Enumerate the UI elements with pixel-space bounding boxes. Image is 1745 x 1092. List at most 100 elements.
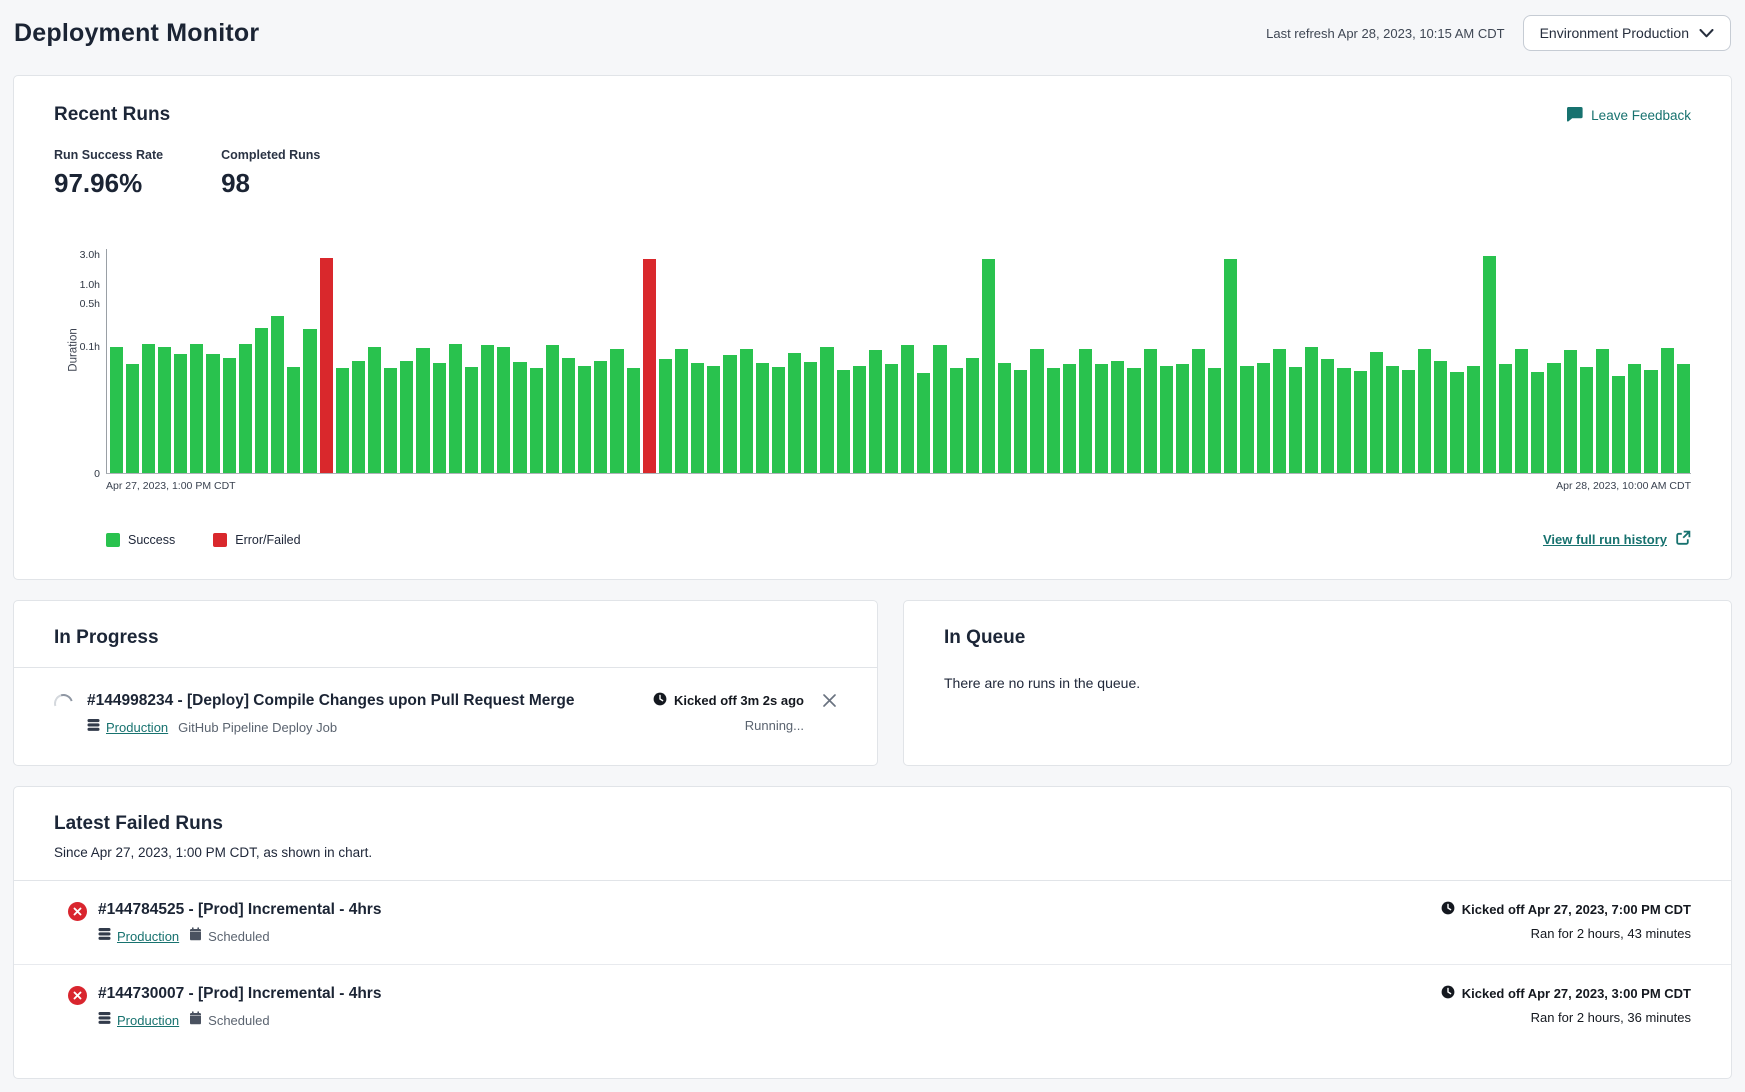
close-icon[interactable] (822, 693, 837, 737)
chart-bar[interactable] (530, 368, 543, 473)
leave-feedback-link[interactable]: Leave Feedback (1566, 106, 1691, 125)
chart-bar[interactable] (158, 347, 171, 473)
chart-bar[interactable] (1240, 366, 1253, 473)
chart-bar[interactable] (174, 354, 187, 473)
chart-bar[interactable] (837, 370, 850, 473)
chart-bar[interactable] (610, 349, 623, 473)
chart-bar[interactable] (1661, 348, 1674, 473)
chart-bar[interactable] (1257, 363, 1270, 473)
chart-bar[interactable] (352, 361, 365, 473)
chart-bar[interactable] (1030, 349, 1043, 473)
chart-bar[interactable] (1305, 347, 1318, 473)
chart-bar[interactable] (1580, 367, 1593, 473)
chart-bar[interactable] (820, 347, 833, 473)
chart-bar[interactable] (853, 366, 866, 473)
chart-bar[interactable] (1144, 349, 1157, 473)
chart-bar[interactable] (1063, 364, 1076, 473)
chart-bar[interactable] (1644, 370, 1657, 473)
production-link[interactable]: Production (117, 1013, 179, 1028)
chart-bar[interactable] (1483, 256, 1496, 473)
chart-bar[interactable] (885, 364, 898, 473)
chart-bar[interactable] (966, 358, 979, 473)
chart-bar[interactable] (1386, 366, 1399, 473)
chart-bar[interactable] (740, 349, 753, 473)
chart-bar[interactable] (465, 367, 478, 473)
chart-bar[interactable] (869, 350, 882, 473)
chart-bar[interactable] (804, 362, 817, 473)
production-link[interactable]: Production (117, 929, 179, 944)
chart-bar[interactable] (239, 344, 252, 473)
chart-bar[interactable] (206, 354, 219, 473)
chart-bar[interactable] (1531, 372, 1544, 473)
chart-bar[interactable] (691, 363, 704, 473)
chart-bar[interactable] (303, 329, 316, 473)
chart-bar[interactable] (707, 366, 720, 473)
chart-bar[interactable] (1224, 259, 1237, 473)
chart-bar[interactable] (1321, 359, 1334, 473)
chart-bar[interactable] (1289, 367, 1302, 473)
chart-bar[interactable] (1677, 364, 1690, 473)
chart-bar[interactable] (142, 344, 155, 473)
chart-bar[interactable] (110, 347, 123, 473)
chart-bar[interactable] (643, 259, 656, 473)
chart-bar[interactable] (1499, 364, 1512, 473)
chart-bar[interactable] (950, 368, 963, 473)
chart-bar[interactable] (1370, 352, 1383, 473)
chart-bar[interactable] (287, 367, 300, 473)
chart-bar[interactable] (982, 259, 995, 473)
chart-bar[interactable] (546, 345, 559, 473)
chart-bar[interactable] (1273, 349, 1286, 473)
chart-bar[interactable] (1612, 376, 1625, 473)
chart-bar[interactable] (627, 368, 640, 473)
chart-bar[interactable] (336, 368, 349, 473)
chart-bar[interactable] (998, 363, 1011, 473)
chart-bar[interactable] (1402, 370, 1415, 473)
chart-bar[interactable] (788, 353, 801, 473)
view-full-run-history-link[interactable]: View full run history (1543, 530, 1691, 549)
chart-bar[interactable] (1515, 349, 1528, 473)
chart-bar[interactable] (917, 373, 930, 473)
chart-bar[interactable] (126, 364, 139, 473)
chart-bar[interactable] (1160, 366, 1173, 473)
chart-bar[interactable] (416, 348, 429, 473)
chart-bar[interactable] (1628, 364, 1641, 473)
chart-bar[interactable] (1467, 366, 1480, 473)
chart-bar[interactable] (1176, 364, 1189, 473)
chart-bar[interactable] (1079, 349, 1092, 473)
chart-bar[interactable] (513, 362, 526, 473)
chart-bar[interactable] (594, 361, 607, 473)
production-link[interactable]: Production (106, 720, 168, 735)
chart-bar[interactable] (1111, 361, 1124, 473)
chart-bar[interactable] (772, 367, 785, 473)
chart-bar[interactable] (223, 358, 236, 473)
chart-bar[interactable] (659, 359, 672, 473)
chart-bar[interactable] (1418, 349, 1431, 473)
chart-bar[interactable] (562, 358, 575, 473)
chart-bar[interactable] (1596, 349, 1609, 473)
chart-bar[interactable] (1547, 363, 1560, 473)
chart-bar[interactable] (1354, 371, 1367, 473)
chart-bar[interactable] (1192, 349, 1205, 473)
chart-bar[interactable] (400, 361, 413, 473)
chart-bar[interactable] (449, 344, 462, 473)
chart-bar[interactable] (481, 345, 494, 473)
chart-bar[interactable] (1450, 372, 1463, 473)
chart-bar[interactable] (255, 328, 268, 473)
chart-bar[interactable] (1434, 361, 1447, 473)
chart-bar[interactable] (497, 347, 510, 473)
chart-bar[interactable] (271, 316, 284, 473)
chart-bar[interactable] (933, 345, 946, 473)
chart-bar[interactable] (578, 366, 591, 473)
chart-bar[interactable] (1127, 368, 1140, 473)
chart-bar[interactable] (1208, 368, 1221, 473)
chart-bar[interactable] (368, 347, 381, 473)
chart-bar[interactable] (1337, 368, 1350, 473)
environment-dropdown[interactable]: Environment Production (1523, 15, 1731, 51)
chart-bar[interactable] (756, 363, 769, 473)
chart-bar[interactable] (1047, 368, 1060, 473)
chart-bar[interactable] (1564, 350, 1577, 473)
chart-bar[interactable] (1014, 370, 1027, 473)
chart-bar[interactable] (320, 258, 333, 473)
chart-bar[interactable] (675, 349, 688, 473)
chart-bar[interactable] (1095, 364, 1108, 473)
